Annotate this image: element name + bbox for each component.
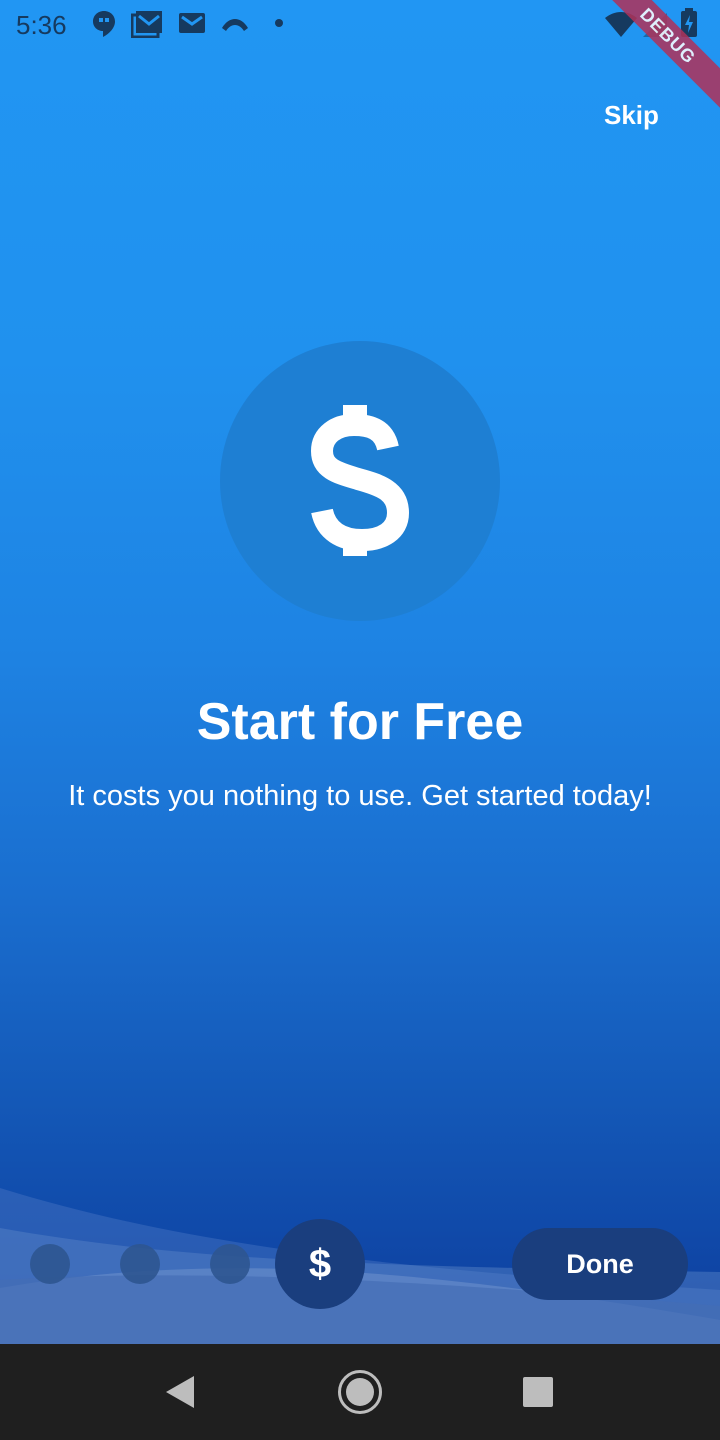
system-nav-bar [0, 1344, 720, 1440]
hero-icon-circle [220, 341, 500, 621]
status-time: 5:36 [16, 10, 67, 40]
active-page-dollar-icon: $ [308, 1242, 332, 1286]
gmail-icon [179, 13, 205, 33]
page-indicator-1[interactable] [30, 1244, 70, 1284]
back-icon[interactable] [164, 1375, 196, 1409]
done-button[interactable]: Done [512, 1228, 688, 1300]
dollar-icon [310, 405, 410, 556]
status-bar: 5:36 [0, 0, 720, 48]
hangouts-icon [93, 11, 115, 37]
missed-call-icon [222, 19, 248, 31]
slide-description: It costs you nothing to use. Get started… [68, 780, 652, 812]
slide-title: Start for Free [196, 693, 524, 751]
page-indicator-3[interactable] [210, 1244, 250, 1284]
gmail-stack-icon [131, 11, 162, 38]
dot-icon [275, 19, 283, 27]
onboarding-screen: 5:36 DEBUG Skip Start for Free It costs … [0, 0, 720, 1440]
skip-button[interactable]: Skip [604, 100, 659, 131]
home-icon[interactable] [337, 1369, 383, 1415]
page-indicator-2[interactable] [120, 1244, 160, 1284]
page-indicator-active[interactable]: $ [275, 1219, 365, 1309]
recents-icon[interactable] [522, 1376, 554, 1408]
